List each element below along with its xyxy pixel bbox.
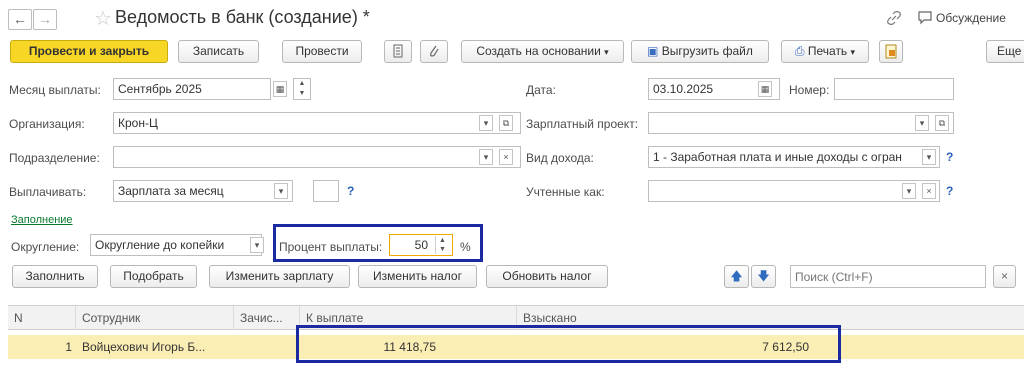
pick-button[interactable]: Подобрать	[110, 265, 197, 288]
report-icon[interactable]	[879, 40, 903, 63]
column-header-n[interactable]: N	[8, 306, 76, 330]
counted-as-field[interactable]	[648, 180, 940, 202]
fill-button[interactable]: Заполнить	[12, 265, 98, 288]
chevron-down-icon[interactable]: ▾	[479, 115, 493, 131]
chevron-down-icon[interactable]: ▾	[902, 183, 916, 199]
open-icon[interactable]: ⧉	[499, 115, 513, 131]
chevron-down-icon: ▾	[604, 47, 609, 57]
help-icon[interactable]: ?	[946, 150, 953, 164]
date-label: Дата:	[526, 83, 556, 97]
column-header-credited[interactable]: Зачис...	[234, 306, 300, 330]
export-file-label: Выгрузить файл	[661, 44, 753, 58]
chevron-down-icon[interactable]: ▾	[479, 149, 493, 165]
arrow-down-icon[interactable]: 🡇	[751, 265, 776, 288]
discussion-link[interactable]: Обсуждение	[936, 11, 1006, 25]
pay-label: Выплачивать:	[9, 185, 87, 199]
export-file-button[interactable]: ▣ Выгрузить файл	[631, 40, 769, 63]
highlight-frame-percent	[273, 224, 483, 262]
search-input[interactable]	[790, 265, 986, 288]
page-title: Ведомость в банк (создание) *	[115, 7, 370, 27]
link-icon[interactable]	[887, 11, 901, 25]
change-tax-button[interactable]: Изменить налог	[358, 265, 477, 288]
rounding-label: Округление:	[11, 240, 80, 254]
month-stepper[interactable]: ▲ ▼	[293, 78, 311, 100]
income-type-label: Вид дохода:	[526, 151, 594, 165]
help-icon[interactable]: ?	[347, 184, 354, 198]
salary-project-field[interactable]	[648, 112, 954, 134]
number-label: Номер:	[789, 83, 830, 97]
rounding-field[interactable]: Округление до копейки	[90, 234, 262, 256]
post-button[interactable]: Провести	[282, 40, 362, 63]
division-field[interactable]	[113, 146, 521, 168]
pay-extra-field[interactable]	[313, 180, 339, 202]
create-based-label: Создать на основании	[476, 44, 601, 58]
paperclip-icon[interactable]	[420, 40, 448, 63]
income-type-field[interactable]: 1 - Заработная плата и иные доходы с огр…	[648, 146, 940, 168]
post-and-close-button[interactable]: Провести и закрыть	[10, 40, 168, 63]
cell-employee: Войцехович Игорь Б...	[82, 340, 206, 354]
export-file-icon: ▣	[647, 44, 659, 58]
cell-credited	[240, 335, 298, 359]
clear-icon[interactable]: ×	[499, 149, 513, 165]
highlight-frame-amounts	[296, 325, 841, 363]
back-arrow-icon[interactable]: ←	[8, 9, 32, 30]
cell-n: 1	[65, 340, 72, 354]
month-field[interactable]: Сентябрь 2025	[113, 78, 271, 100]
chevron-down-icon: ▾	[850, 47, 856, 57]
more-button[interactable]: Еще	[986, 40, 1024, 63]
help-icon[interactable]: ?	[946, 184, 953, 198]
calendar-icon[interactable]: ▦	[273, 81, 287, 97]
arrow-up-icon[interactable]: 🡅	[724, 265, 749, 288]
organization-field[interactable]: Крон-Ц	[113, 112, 521, 134]
fill-link[interactable]: Заполнение	[11, 214, 73, 226]
salary-project-label: Зарплатный проект:	[526, 117, 639, 131]
calendar-icon[interactable]: ▦	[758, 81, 772, 97]
counted-as-label: Учтенные как:	[526, 185, 605, 199]
document-icon[interactable]	[384, 40, 412, 63]
search-clear-button[interactable]: ×	[993, 265, 1016, 288]
chevron-down-icon[interactable]: ▾	[274, 183, 288, 199]
open-icon[interactable]: ⧉	[935, 115, 949, 131]
star-icon[interactable]: ☆	[94, 6, 112, 31]
update-tax-button[interactable]: Обновить налог	[486, 265, 608, 288]
forward-arrow-icon[interactable]: →	[33, 9, 57, 30]
comment-icon[interactable]	[918, 11, 932, 25]
column-header-employee[interactable]: Сотрудник	[76, 306, 234, 330]
chevron-down-icon[interactable]: ▾	[922, 149, 936, 165]
print-label: Печать	[807, 44, 848, 58]
save-button[interactable]: Записать	[178, 40, 259, 63]
create-based-on-button[interactable]: Создать на основании ▾	[461, 40, 624, 63]
month-label: Месяц выплаты:	[9, 83, 101, 97]
change-salary-button[interactable]: Изменить зарплату	[209, 265, 350, 288]
printer-icon: ⎙	[794, 44, 805, 58]
chevron-down-icon[interactable]: ▾	[250, 237, 264, 253]
clear-icon[interactable]: ×	[922, 183, 936, 199]
print-button[interactable]: ⎙ Печать ▾	[781, 40, 869, 63]
division-label: Подразделение:	[9, 151, 100, 165]
number-field[interactable]	[834, 78, 954, 100]
organization-label: Организация:	[9, 117, 85, 131]
chevron-down-icon[interactable]: ▾	[915, 115, 929, 131]
pay-field[interactable]: Зарплата за месяц	[113, 180, 293, 202]
